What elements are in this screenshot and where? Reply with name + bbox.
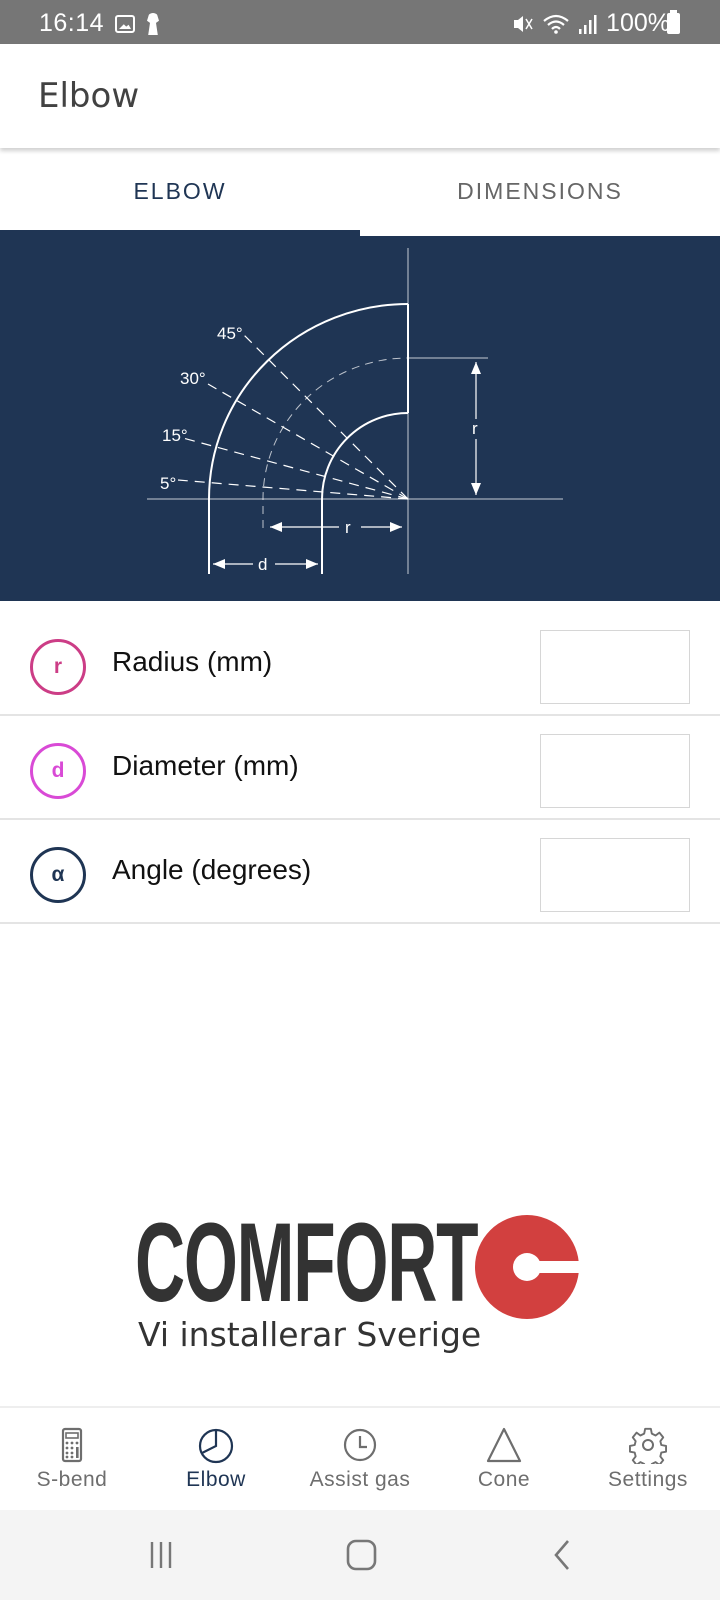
radius-label: Radius (mm)	[112, 646, 273, 677]
nav-assist-gas[interactable]: Assist gas	[288, 1408, 432, 1510]
status-time: 16:14	[39, 9, 105, 37]
clock-icon	[343, 1428, 377, 1462]
angle-input[interactable]	[540, 838, 690, 912]
angle-row: α Angle (degrees)	[0, 820, 720, 924]
image-icon	[115, 15, 135, 33]
calculator-icon	[61, 1427, 83, 1463]
triangle-icon	[486, 1427, 522, 1463]
gear-icon	[629, 1427, 667, 1464]
nav-settings-label: Settings	[608, 1468, 688, 1491]
nav-cone[interactable]: Cone	[432, 1408, 576, 1510]
logo-wordmark: COMFORT	[135, 1200, 479, 1325]
tab-dimensions[interactable]: DIMENSIONS	[360, 148, 720, 236]
angle-label: Angle (degrees)	[112, 854, 312, 885]
tab-dimensions-label: DIMENSIONS	[457, 178, 623, 204]
center-arc	[262, 357, 409, 528]
tab-elbow[interactable]: ELBOW	[0, 148, 360, 236]
tab-elbow-label: ELBOW	[133, 178, 227, 204]
nav-assist-gas-label: Assist gas	[309, 1468, 411, 1491]
nav-elbow[interactable]: Elbow	[144, 1408, 288, 1510]
radius-v-label: r	[472, 419, 478, 438]
system-navigation-bar	[0, 1510, 720, 1600]
input-list: r Radius (mm) d Diameter (mm) α Angle (d…	[0, 612, 720, 924]
nav-s-bend-label: S-bend	[36, 1468, 108, 1491]
nav-settings[interactable]: Settings	[576, 1408, 720, 1510]
radius-input[interactable]	[540, 630, 690, 704]
app-bar: Elbow	[0, 44, 720, 148]
pie-chart-icon	[198, 1428, 234, 1464]
status-bar: 16:14 100%	[0, 0, 720, 44]
bottom-navigation: S-bend Elbow Assist gas Cone Settings	[0, 1406, 720, 1510]
home-icon	[346, 1539, 377, 1571]
nav-elbow-label: Elbow	[186, 1468, 246, 1491]
angle-label-15: 15°	[162, 426, 188, 445]
recents-button[interactable]	[132, 1530, 192, 1580]
mute-icon	[514, 15, 533, 32]
angle-symbol-badge: α	[30, 847, 86, 903]
tab-bar: ELBOW DIMENSIONS	[0, 148, 720, 236]
diameter-symbol-badge: d	[30, 743, 86, 799]
wifi-icon	[543, 14, 569, 34]
logo-tagline: Vi installerar Sverige	[138, 1315, 482, 1354]
nav-cone-label: Cone	[477, 1468, 531, 1491]
battery-icon	[667, 10, 680, 34]
radius-row: r Radius (mm)	[0, 612, 720, 716]
home-button[interactable]	[332, 1530, 392, 1580]
ray-30	[207, 383, 409, 500]
signal-icon	[579, 14, 597, 34]
keyhole-icon	[147, 13, 159, 35]
battery-percent: 100%	[606, 9, 670, 37]
angle-label-30: 30°	[180, 369, 206, 388]
nav-s-bend[interactable]: S-bend	[0, 1408, 144, 1510]
angle-label-45: 45°	[217, 324, 243, 343]
back-icon	[554, 1540, 569, 1570]
page-title: Elbow	[38, 76, 140, 116]
logo-c-icon	[475, 1215, 585, 1319]
diameter-input[interactable]	[540, 734, 690, 808]
diameter-label: d	[258, 555, 267, 574]
comfort-logo: COMFORT Vi installerar Sverige	[135, 1207, 585, 1365]
radius-symbol-badge: r	[30, 639, 86, 695]
diameter-row: d Diameter (mm)	[0, 716, 720, 820]
recents-icon	[150, 1542, 172, 1568]
elbow-diagram: 45° 30° 15° 5° r r d	[0, 236, 720, 601]
outer-arc	[208, 303, 409, 574]
diameter-label: Diameter (mm)	[112, 750, 299, 781]
back-button[interactable]	[532, 1530, 592, 1580]
elbow-drawing: 45° 30° 15° 5° r r d	[147, 248, 563, 574]
radius-h-label: r	[345, 518, 351, 537]
angle-label-5: 5°	[160, 474, 176, 493]
